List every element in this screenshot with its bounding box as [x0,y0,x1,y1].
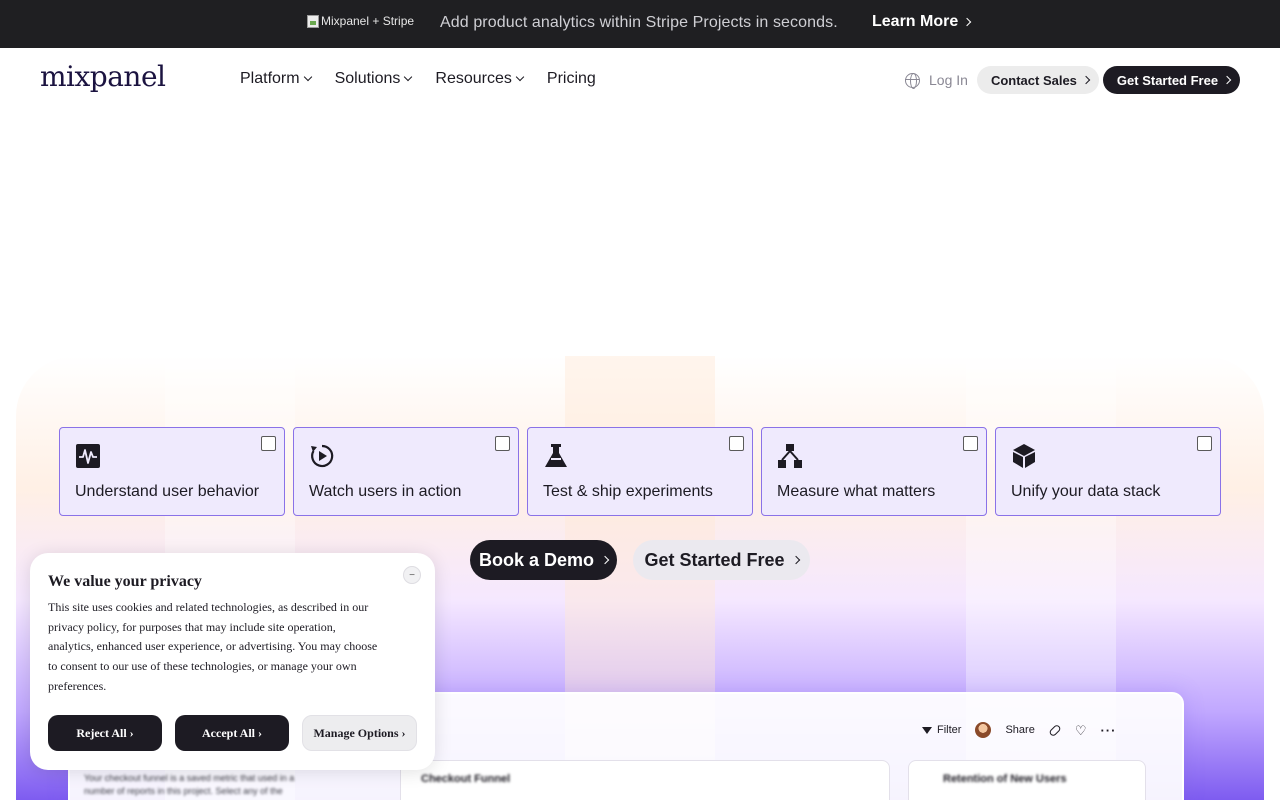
get-started-free-label: Get Started Free [1116,72,1219,88]
reject-all-label: Reject All [76,725,127,740]
feature-label: Watch users in action [309,483,462,500]
heart-icon[interactable]: ♡ [1075,724,1087,737]
get-started-free-button[interactable]: Get Started Free [1102,66,1241,94]
chevron-down-icon [404,72,413,82]
feature-card-data-stack[interactable]: Unify your data stack [995,427,1221,516]
promo-logo: Mixpanel + Stripe [307,14,414,28]
nav-pricing[interactable]: Pricing [547,70,596,88]
feature-card-replay[interactable]: Watch users in action [293,427,519,516]
learn-more-link[interactable]: Learn More [872,13,972,31]
chevron-right-icon [791,555,800,565]
promo-banner: Mixpanel + Stripe Add product analytics … [0,0,1280,48]
flask-icon [545,444,567,467]
learn-more-label: Learn More [872,13,959,30]
filter-button[interactable]: Filter [922,724,961,736]
book-demo-label: Book a Demo [478,549,595,570]
nav-solutions-label: Solutions [334,70,401,87]
filter-label: Filter [937,724,962,736]
nav-platform[interactable]: Platform [240,70,312,88]
feature-cards: Understand user behavior Watch users in … [59,427,1221,516]
nav-solutions[interactable]: Solutions [334,70,413,88]
feature-checkbox[interactable] [1197,436,1212,451]
manage-options-button[interactable]: Manage Options › [302,715,417,751]
checkout-funnel-card[interactable]: Checkout Funnel [400,760,890,800]
globe-icon[interactable] [905,72,920,89]
filter-icon [922,726,932,734]
nav-resources[interactable]: Resources [435,70,525,88]
chevron-right-icon [963,17,972,27]
more-options-icon[interactable]: ··· [1100,723,1116,738]
feature-card-metrics[interactable]: Measure what matters [761,427,987,516]
feature-checkbox[interactable] [261,436,276,451]
retention-card[interactable]: Retention of New Users [908,760,1146,800]
chevron-right-icon: › [258,725,262,740]
feature-label: Test & ship experiments [543,483,713,500]
link-icon[interactable] [1048,723,1062,737]
avatar[interactable] [975,722,992,738]
cookie-title: We value your privacy [48,573,202,590]
nav-pricing-label: Pricing [546,70,596,87]
chevron-right-icon [1222,75,1232,85]
broken-image-icon [307,14,319,28]
feature-checkbox[interactable] [963,436,978,451]
dashboard-description: Your checkout funnel is a saved metric t… [84,773,295,796]
chevron-right-icon [1081,75,1091,85]
cookie-consent-dialog: We value your privacy − This site uses c… [30,553,435,770]
promo-text: Add product analytics within Stripe Proj… [440,14,838,31]
chevron-right-icon: › [401,725,406,740]
replay-icon [311,444,334,468]
share-button[interactable]: Share [1005,724,1034,736]
chevron-down-icon [303,72,312,82]
nav-resources-label: Resources [435,70,512,87]
feature-label: Measure what matters [777,483,936,500]
contact-sales-button[interactable]: Contact Sales [976,66,1099,94]
feature-label: Unify your data stack [1011,483,1161,500]
chevron-right-icon: › [129,725,134,740]
nav-platform-label: Platform [240,70,300,87]
reject-all-button[interactable]: Reject All › [48,715,162,751]
manage-options-label: Manage Options [313,725,399,740]
close-icon[interactable]: − [403,566,421,584]
feature-card-behavior[interactable]: Understand user behavior [59,427,285,516]
feature-checkbox[interactable] [495,436,510,451]
promo-logo-alt: Mixpanel + Stripe [321,14,415,28]
retention-title: Retention of New Users [943,773,1067,785]
feature-checkbox[interactable] [729,436,744,451]
login-link[interactable]: Log In [929,72,968,88]
hero-get-started-label: Get Started Free [644,549,785,570]
header-actions: Log In Contact Sales Get Started Free [905,66,1241,94]
checkout-funnel-title: Checkout Funnel [421,773,511,785]
cookie-body: This site uses cookies and related techn… [48,600,378,693]
feature-card-experiments[interactable]: Test & ship experiments [527,427,753,516]
chevron-down-icon [515,72,525,82]
cube-icon [1013,444,1035,468]
hero-get-started-button[interactable]: Get Started Free [633,540,810,580]
book-demo-button[interactable]: Book a Demo [470,540,617,580]
main-nav: Platform Solutions Resources Pricing [240,70,596,88]
feature-label: Understand user behavior [75,483,260,500]
chevron-right-icon [600,555,610,565]
dashboard-toolbar: Filter Share ♡ ··· [922,722,1116,738]
site-header: mixpanel Platform Solutions Resources Pr… [0,48,1280,112]
mixpanel-logo[interactable]: mixpanel [40,60,166,93]
hierarchy-icon [778,444,802,468]
contact-sales-label: Contact Sales [990,72,1077,88]
accept-all-button[interactable]: Accept All › [175,715,289,751]
accept-all-label: Accept All [202,725,255,740]
waveform-icon [76,444,100,468]
